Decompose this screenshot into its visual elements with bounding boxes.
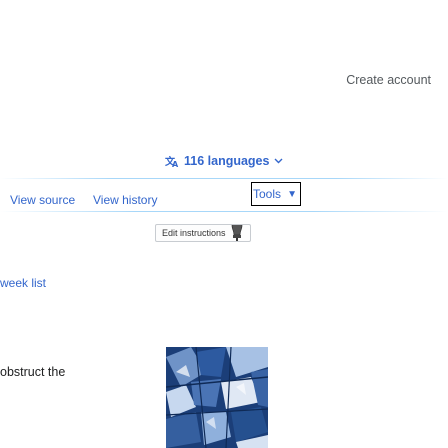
tab-bar-bottom-rule — [0, 211, 448, 212]
edit-instructions-label: Edit instructions — [162, 228, 226, 238]
tab-view-source[interactable]: View source — [10, 193, 75, 207]
tools-dropdown[interactable]: Tools ▼ — [251, 182, 301, 206]
languages-button[interactable]: 文 A 116 languages — [165, 154, 283, 168]
svg-text:A: A — [172, 160, 179, 168]
edit-instructions-bubble[interactable]: Edit instructions — [155, 224, 251, 242]
chevron-down-icon — [274, 158, 283, 164]
languages-label: 116 languages — [184, 154, 270, 168]
tab-view-history[interactable]: View history — [93, 193, 157, 207]
chevron-down-icon: ▼ — [287, 188, 297, 200]
article-thumbnail-image[interactable] — [166, 347, 268, 448]
week-list-link[interactable]: week list — [0, 276, 46, 290]
body-text-obstruct: obstruct the — [0, 365, 66, 379]
page: Create account 文 A 116 languages View so… — [0, 0, 448, 448]
page-tabs: View source View history Tools ▼ — [0, 178, 448, 212]
tab-bar-top-rule — [0, 178, 448, 179]
pin-icon — [230, 225, 244, 241]
translate-icon: 文 A — [165, 155, 179, 168]
tools-label: Tools — [253, 187, 282, 201]
create-account-link[interactable]: Create account — [346, 73, 431, 87]
